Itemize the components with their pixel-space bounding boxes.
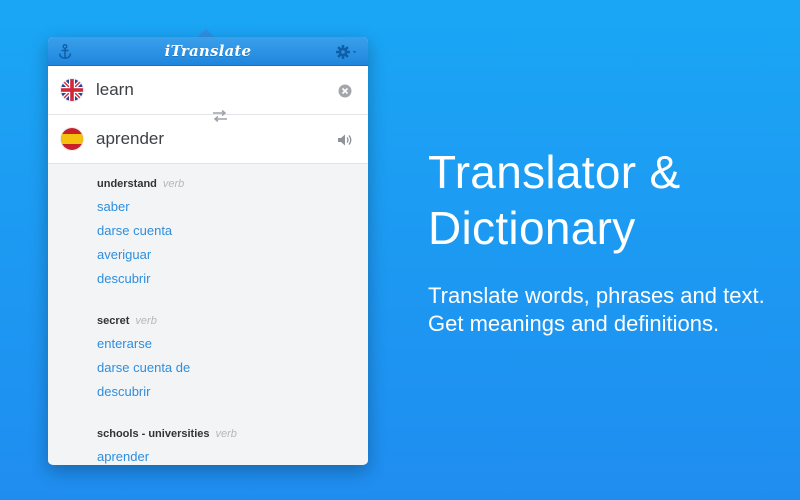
meaning-link[interactable]: darse cuenta de [97, 356, 368, 380]
uk-flag-icon[interactable] [61, 79, 83, 101]
meaning-link[interactable]: averiguar [97, 243, 368, 267]
result-group: understand verb saber darse cuenta averi… [97, 174, 368, 291]
source-row [48, 66, 368, 115]
result-group: secret verb enterarse darse cuenta de de… [97, 311, 368, 404]
swap-languages-icon[interactable] [210, 109, 230, 123]
speaker-icon[interactable] [336, 131, 354, 149]
meaning-link[interactable]: descubrir [97, 380, 368, 404]
result-term: understand [97, 178, 157, 190]
meaning-link[interactable]: darse cuenta [97, 219, 368, 243]
meaning-link[interactable]: aprender [97, 445, 368, 465]
marketing-subtext: Translate words, phrases and text. Get m… [428, 283, 765, 336]
result-group-header: schools - universities verb [97, 424, 368, 445]
result-group-header: secret verb [97, 311, 368, 332]
meaning-link[interactable]: enterarse [97, 332, 368, 356]
title-bar: iTranslate [48, 37, 368, 66]
results-list: understand verb saber darse cuenta averi… [48, 164, 368, 464]
headline-line: Translator & [428, 146, 681, 198]
meaning-link[interactable]: descubrir [97, 267, 368, 291]
source-text-input[interactable] [96, 80, 326, 100]
anchor-icon[interactable] [56, 43, 74, 61]
result-term: schools - universities [97, 428, 210, 440]
spain-flag-icon[interactable] [61, 128, 83, 150]
target-row: aprender [48, 115, 368, 164]
clear-icon[interactable] [336, 82, 354, 100]
result-group: schools - universities verb aprender [97, 424, 368, 465]
target-text: aprender [96, 129, 165, 148]
result-group-header: understand verb [97, 174, 368, 195]
marketing-headline: Translator & Dictionary [428, 144, 768, 256]
gear-icon[interactable] [334, 43, 360, 61]
headline-line: Dictionary [428, 202, 636, 254]
part-of-speech: verb [215, 428, 237, 440]
part-of-speech: verb [135, 315, 157, 327]
translator-popover: iTranslate learn aprender understand ver… [48, 37, 368, 465]
part-of-speech: verb [162, 178, 185, 190]
app-title: iTranslate [164, 42, 252, 60]
meaning-link[interactable]: saber [97, 195, 368, 219]
result-term: secret [97, 315, 130, 327]
